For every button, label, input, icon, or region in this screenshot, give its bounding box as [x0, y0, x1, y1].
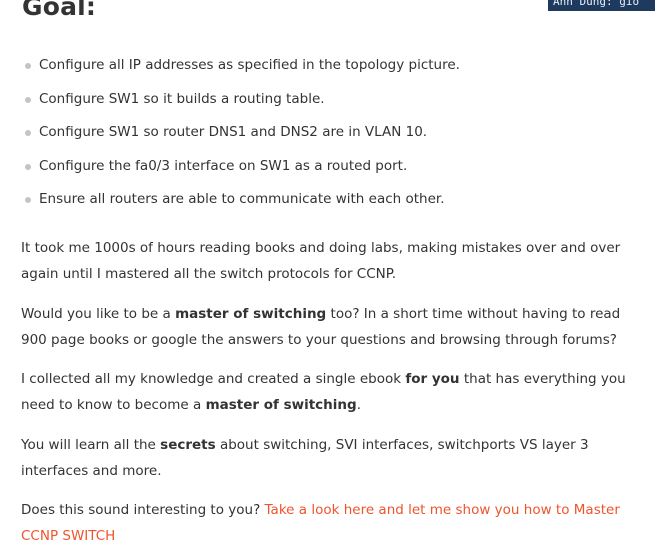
emphasis-text: master of switching: [205, 396, 357, 413]
paragraph-text: Does this sound interesting to you?: [21, 502, 265, 518]
goal-item: Configure all IP addresses as specified …: [22, 54, 632, 88]
paragraph-ebook: I collected all my knowledge and created…: [21, 367, 633, 418]
bullet-icon: [25, 197, 31, 203]
goal-heading: Goal:: [22, 0, 97, 21]
paragraph-question: Would you like to be a master of switchi…: [21, 302, 633, 353]
badge-text: Anh Dung: gio: [553, 0, 640, 8]
goal-text: Ensure all routers are able to communica…: [39, 191, 445, 207]
paragraph-secrets: You will learn all the secrets about swi…: [21, 433, 633, 484]
paragraph-text: You will learn all the: [21, 437, 161, 453]
emphasis-text: secrets: [160, 437, 216, 453]
emphasis-text: master of switching: [175, 306, 327, 322]
paragraph-text: Would you like to be a: [21, 306, 176, 322]
bullet-icon: [25, 163, 31, 170]
bullet-icon: [25, 63, 31, 69]
paragraph-call-to-action: Does this sound interesting to you? Take…: [21, 498, 633, 549]
goal-text: Configure SW1 so it builds a routing tab…: [39, 90, 325, 107]
goals-list: Configure all IP addresses as specified …: [22, 54, 632, 222]
paragraph-experience: It took me 1000s of hours reading books …: [21, 236, 633, 287]
goal-item: Configure SW1 so it builds a routing tab…: [22, 88, 632, 122]
top-right-badge: Anh Dung: gio: [548, 0, 655, 11]
paragraph-text: I collected all my knowledge and created…: [21, 371, 406, 387]
goal-item: Ensure all routers are able to communica…: [22, 188, 632, 222]
bullet-icon: [25, 96, 31, 103]
goal-text: Configure SW1 so router DNS1 and DNS2 ar…: [39, 124, 428, 140]
paragraph-text: .: [356, 396, 361, 413]
article-content: Goal: Anh Dung: gio Configure all IP add…: [0, 0, 655, 552]
goal-item: Configure the fa0/3 interface on SW1 as …: [22, 155, 632, 189]
goal-text: Configure the fa0/3 interface on SW1 as …: [39, 157, 408, 174]
goal-text: Configure all IP addresses as specified …: [39, 57, 460, 73]
paragraph-text: It took me 1000s of hours reading books …: [21, 240, 621, 282]
goal-item: Configure SW1 so router DNS1 and DNS2 ar…: [22, 121, 632, 155]
bullet-icon: [25, 130, 31, 136]
emphasis-text: for you: [405, 371, 460, 387]
